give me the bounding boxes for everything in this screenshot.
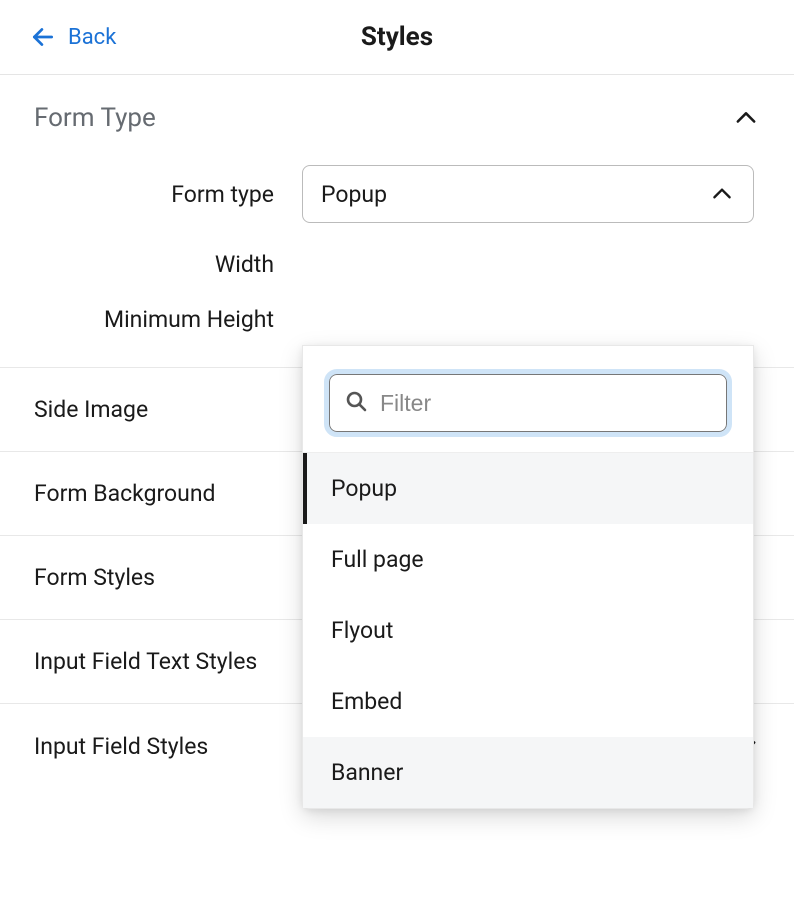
select-form-type[interactable]: Popup (302, 165, 754, 223)
section-header-form-type[interactable]: Form Type (34, 103, 760, 133)
select-value: Popup (321, 181, 387, 208)
dropdown-option[interactable]: Popup (303, 453, 753, 524)
row-form-type: Form type Popup (34, 151, 760, 237)
section-label: Form Styles (34, 564, 155, 591)
section-label: Input Field Styles (34, 733, 208, 760)
search-icon (344, 389, 368, 417)
section-label: Form Background (34, 480, 216, 507)
label-form-type: Form type (34, 181, 302, 208)
section-title: Form Type (34, 103, 156, 133)
dropdown-option[interactable]: Banner (303, 737, 753, 808)
row-min-height: Minimum Height (34, 292, 760, 347)
filter-wrap (303, 346, 753, 452)
dropdown-option[interactable]: Flyout (303, 595, 753, 666)
row-width: Width (34, 237, 760, 292)
section-form-type: Form Type Form type Popup Width Minimum … (0, 75, 794, 367)
form-rows: Form type Popup Width Minimum Height (34, 133, 760, 347)
chevron-up-icon (732, 104, 760, 132)
dropdown-option[interactable]: Embed (303, 666, 753, 737)
section-label: Input Field Text Styles (34, 648, 257, 675)
arrow-left-icon (30, 24, 56, 50)
chevron-up-icon (709, 181, 735, 207)
dropdown-panel: PopupFull pageFlyoutEmbedBanner (302, 345, 754, 809)
content: Form Type Form type Popup Width Minimum … (0, 75, 794, 788)
option-list: PopupFull pageFlyoutEmbedBanner (303, 452, 753, 808)
filter-box[interactable] (329, 374, 727, 432)
label-width: Width (34, 251, 302, 278)
header-bar: Back Styles (0, 0, 794, 75)
section-label: Side Image (34, 396, 148, 423)
filter-input[interactable] (380, 390, 712, 417)
dropdown-option[interactable]: Full page (303, 524, 753, 595)
back-label: Back (68, 25, 116, 50)
label-min-height: Minimum Height (34, 306, 302, 333)
back-button[interactable]: Back (30, 24, 116, 50)
page-title: Styles (0, 22, 794, 52)
